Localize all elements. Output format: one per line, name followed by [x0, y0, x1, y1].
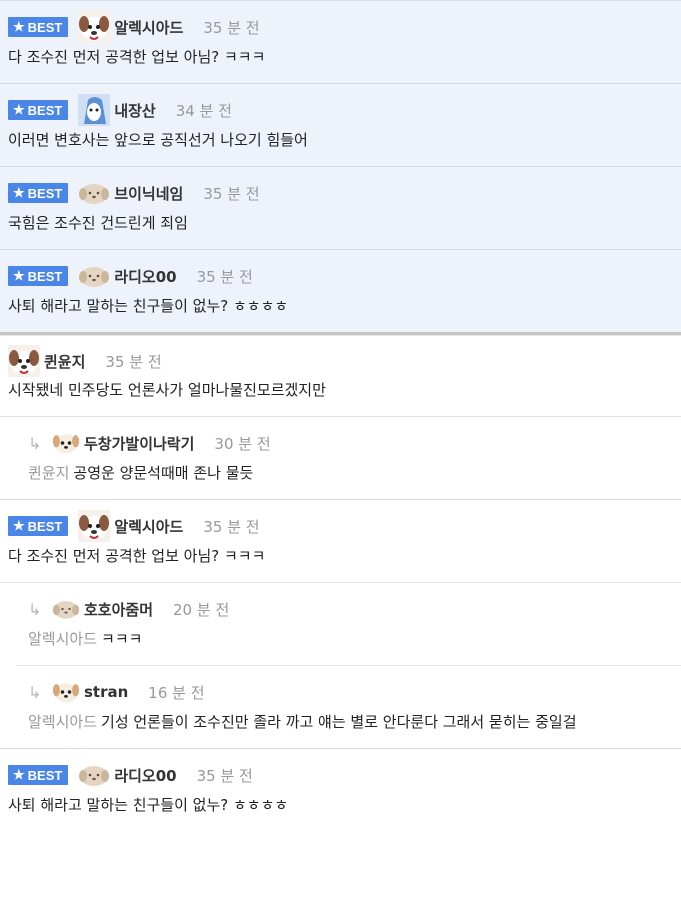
reply-text: ㅋㅋㅋ: [101, 630, 143, 648]
avatar[interactable]: [78, 759, 110, 791]
comment-time: 35 분 전: [203, 517, 260, 536]
comment-header: ★ BEST 내장산 34 분 전: [8, 84, 673, 136]
comment: 퀸윤지 35 분 전 시작됐네 민주당도 언론사가 얼마나물진모르겠지만: [0, 336, 681, 417]
mention[interactable]: 알렉시아드: [28, 630, 97, 648]
comment-nickname[interactable]: 라디오00: [114, 765, 176, 786]
best-badge-label: BEST: [27, 102, 63, 118]
comment-nickname[interactable]: stran: [84, 683, 128, 701]
star-icon: ★: [13, 102, 25, 117]
comment-time: 34 분 전: [175, 101, 232, 120]
best-badge: ★ BEST: [8, 516, 69, 536]
comment-nickname[interactable]: 브이닉네임: [114, 183, 183, 204]
comment-text: 알렉시아드 기성 언론들이 조수진만 졸라 까고 얘는 별로 안다룬다 그래서 묻…: [28, 712, 673, 748]
comment-text: 퀸윤지 공영운 양문석때매 존나 물듯: [28, 463, 673, 499]
avatar[interactable]: [8, 345, 40, 377]
best-badge: ★ BEST: [8, 183, 69, 203]
reply-arrow-icon: ↳: [28, 599, 42, 619]
avatar[interactable]: [52, 429, 80, 457]
comment-nickname[interactable]: 호호아줌머: [84, 599, 153, 620]
comment-time: 20 분 전: [173, 600, 230, 619]
mention[interactable]: 알렉시아드: [28, 713, 97, 731]
best-badge-label: BEST: [27, 19, 63, 35]
comment-text: 사퇴 해라고 말하는 친구들이 없누? ㅎㅎㅎㅎ: [8, 297, 289, 315]
comment-nickname[interactable]: 두창가발이나락기: [84, 433, 194, 454]
avatar[interactable]: [78, 177, 110, 209]
reply-comment: ↳ 두창가발이나락기 30 분 전 퀸윤지 공영운 양문석때매 존나 물듯: [0, 417, 681, 500]
best-badge: ★ BEST: [8, 17, 69, 37]
comment-nickname[interactable]: 알렉시아드: [114, 516, 183, 537]
star-icon: ★: [13, 518, 25, 533]
best-badge-label: BEST: [27, 268, 63, 284]
comment-text: 알렉시아드 ㅋㅋㅋ: [28, 629, 673, 665]
comment-text: 시작됐네 민주당도 언론사가 얼마나물진모르겠지만: [8, 381, 326, 399]
best-comment: ★ BEST 브이닉네임 35 분 전 국힘은 조수진 건드린게 죄임: [0, 167, 681, 250]
mention[interactable]: 퀸윤지: [28, 464, 69, 482]
comment-time: 16 분 전: [148, 683, 205, 702]
avatar[interactable]: [78, 11, 110, 43]
avatar[interactable]: [78, 510, 110, 542]
star-icon: ★: [13, 185, 25, 200]
reply-comment: ↳ stran 16 분 전 알렉시아드 기성 언론들이 조수진만 졸라 까고 얘…: [0, 666, 681, 749]
comment-header: ↳ stran 16 분 전: [28, 666, 673, 718]
avatar[interactable]: [78, 260, 110, 292]
comment-header: ★ BEST 알렉시아드 35 분 전: [8, 500, 673, 552]
comment-header: 퀸윤지 35 분 전: [8, 336, 673, 386]
star-icon: ★: [13, 19, 25, 34]
best-comment: ★ BEST 라디오00 35 분 전 사퇴 해라고 말하는 친구들이 없누? ㅎ…: [0, 749, 681, 831]
comment-time: 35 분 전: [203, 18, 260, 37]
comment-time: 35 분 전: [196, 267, 253, 286]
comment-time: 35 분 전: [196, 766, 253, 785]
avatar[interactable]: [52, 595, 80, 623]
reply-text: 공영운 양문석때매 존나 물듯: [73, 464, 254, 482]
comment-list: ★ BEST 알렉시아드 35 분 전 다 조수진 먼저 공격한 업보 아님? ㅋ…: [0, 0, 681, 831]
comment-header: ★ BEST 알렉시아드 35 분 전: [8, 1, 673, 53]
best-badge-label: BEST: [27, 185, 63, 201]
comment-header: ★ BEST 라디오00 35 분 전: [8, 749, 673, 801]
comment-nickname[interactable]: 알렉시아드: [114, 17, 183, 38]
comment-nickname[interactable]: 내장산: [114, 100, 155, 121]
comment-text: 사퇴 해라고 말하는 친구들이 없누? ㅎㅎㅎㅎ: [8, 796, 289, 814]
best-badge: ★ BEST: [8, 266, 69, 286]
reply-comment: ↳ 호호아줌머 20 분 전 알렉시아드 ㅋㅋㅋ: [16, 583, 681, 666]
reply-arrow-icon: ↳: [28, 682, 42, 702]
best-badge-label: BEST: [27, 767, 63, 783]
comment-header: ↳ 두창가발이나락기 30 분 전: [28, 417, 673, 469]
star-icon: ★: [13, 268, 25, 283]
best-comment: ★ BEST 알렉시아드 35 분 전 다 조수진 먼저 공격한 업보 아님? ㅋ…: [0, 500, 681, 583]
best-comment: ★ BEST 내장산 34 분 전 이러면 변호사는 앞으로 공직선거 나오기 힘…: [0, 84, 681, 167]
star-icon: ★: [13, 767, 25, 782]
best-badge: ★ BEST: [8, 100, 69, 120]
avatar[interactable]: [52, 678, 80, 706]
comment-header: ↳ 호호아줌머 20 분 전: [28, 583, 673, 635]
comment-nickname[interactable]: 퀸윤지: [44, 351, 85, 372]
comment-time: 35 분 전: [105, 352, 162, 371]
best-comment: ★ BEST 라디오00 35 분 전 사퇴 해라고 말하는 친구들이 없누? ㅎ…: [0, 250, 681, 332]
comment-time: 35 분 전: [203, 184, 260, 203]
comment-text: 이러면 변호사는 앞으로 공직선거 나오기 힘들어: [8, 131, 308, 149]
comment-text: 다 조수진 먼저 공격한 업보 아님? ㅋㅋㅋ: [8, 547, 266, 565]
comment-nickname[interactable]: 라디오00: [114, 266, 176, 287]
comment-header: ★ BEST 라디오00 35 분 전: [8, 250, 673, 302]
comment-time: 30 분 전: [214, 434, 271, 453]
comment-header: ★ BEST 브이닉네임 35 분 전: [8, 167, 673, 219]
reply-arrow-icon: ↳: [28, 433, 42, 453]
best-badge-label: BEST: [27, 518, 63, 534]
best-badge: ★ BEST: [8, 765, 69, 785]
reply-text: 기성 언론들이 조수진만 졸라 까고 얘는 별로 안다룬다 그래서 묻히는 중일…: [101, 713, 577, 731]
avatar[interactable]: [78, 94, 110, 126]
comment-text: 국힘은 조수진 건드린게 죄임: [8, 214, 188, 232]
best-comment: ★ BEST 알렉시아드 35 분 전 다 조수진 먼저 공격한 업보 아님? ㅋ…: [0, 1, 681, 84]
comment-text: 다 조수진 먼저 공격한 업보 아님? ㅋㅋㅋ: [8, 48, 266, 66]
